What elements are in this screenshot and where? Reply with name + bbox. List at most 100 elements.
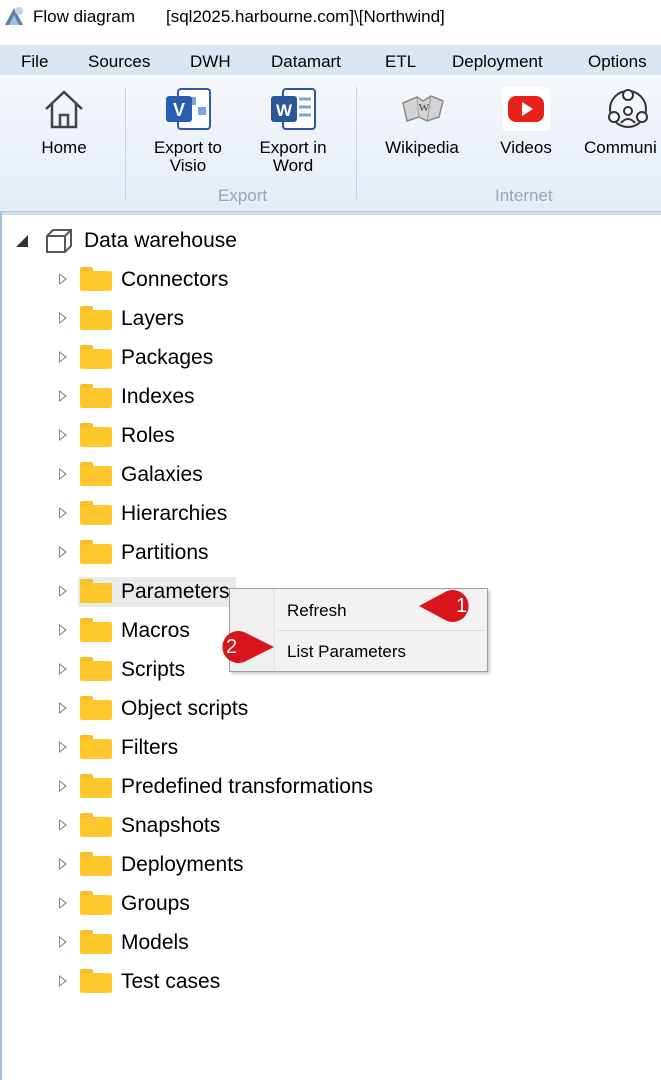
collapsed-arrow-icon[interactable] <box>59 780 67 792</box>
menu-deployment[interactable]: Deployment <box>452 52 543 72</box>
tree-item-object-scripts[interactable]: Object scripts <box>50 694 650 724</box>
tree-item-predefined-transformations[interactable]: Predefined transformations <box>50 772 650 802</box>
collapsed-arrow-icon[interactable] <box>59 702 67 714</box>
app-logo-icon <box>5 7 23 25</box>
callout-1-number: 1 <box>456 595 468 617</box>
callout-2-number: 2 <box>226 636 238 658</box>
menu-datamart[interactable]: Datamart <box>271 52 341 72</box>
collapsed-arrow-icon[interactable] <box>59 312 67 324</box>
collapsed-arrow-icon[interactable] <box>59 507 67 519</box>
tree-item-label: Filters <box>121 736 179 759</box>
menu-dwh[interactable]: DWH <box>190 52 231 72</box>
tree-item-layers[interactable]: Layers <box>50 304 650 334</box>
tree-root-data-warehouse[interactable]: Data warehouse <box>0 226 661 256</box>
collapsed-arrow-icon[interactable] <box>59 585 67 597</box>
collapsed-arrow-icon[interactable] <box>59 858 67 870</box>
menu-etl[interactable]: ETL <box>385 52 416 72</box>
export-visio-label-1: Export to <box>153 138 223 157</box>
callout-1-shape <box>419 590 469 622</box>
tree-item-deployments[interactable]: Deployments <box>50 850 650 880</box>
tree-item-packages[interactable]: Packages <box>50 343 650 373</box>
collapsed-arrow-icon[interactable] <box>59 351 67 363</box>
context-refresh-item[interactable]: Refresh <box>287 601 347 621</box>
home-button[interactable]: Home <box>30 87 98 157</box>
folder-icon <box>80 501 112 525</box>
svg-text:V: V <box>173 100 185 120</box>
wikipedia-button[interactable]: W Wikipedia <box>378 87 466 157</box>
tree-item-label: Partitions <box>121 541 209 564</box>
folder-icon <box>80 618 112 642</box>
wikipedia-puzzle-icon: W <box>402 95 444 122</box>
export-in-word-button[interactable]: W Export in Word <box>250 87 336 175</box>
tree-item-label: Roles <box>121 424 175 447</box>
videos-button[interactable]: Videos <box>490 87 562 157</box>
tree-item-snapshots[interactable]: Snapshots <box>50 811 650 841</box>
collapsed-arrow-icon[interactable] <box>59 429 67 441</box>
collapsed-arrow-icon[interactable] <box>59 273 67 285</box>
menu-file[interactable]: File <box>21 52 48 72</box>
tree-item-label: Groups <box>121 892 190 915</box>
collapsed-arrow-icon[interactable] <box>59 819 67 831</box>
folder-icon <box>80 813 112 837</box>
folder-icon <box>80 696 112 720</box>
context-list-parameters-item[interactable]: List Parameters <box>287 642 406 662</box>
svg-text:W: W <box>419 102 430 114</box>
collapsed-arrow-icon[interactable] <box>59 741 67 753</box>
tree-item-label: Object scripts <box>121 697 249 720</box>
callout-1: 1 <box>419 589 483 623</box>
tree-item-galaxies[interactable]: Galaxies <box>50 460 650 490</box>
ribbon: Home V Export to Visio W Export in Word … <box>0 75 661 212</box>
tree-item-connectors[interactable]: Connectors <box>50 265 650 295</box>
community-icon <box>608 89 648 128</box>
community-label: Communi <box>584 138 657 157</box>
export-word-label-2: Word <box>272 156 314 175</box>
tree-item-partitions[interactable]: Partitions <box>50 538 650 568</box>
collapsed-arrow-icon[interactable] <box>59 468 67 480</box>
tree-item-test-cases[interactable]: Test cases <box>50 967 650 997</box>
folder-icon <box>80 852 112 876</box>
title-bar: Flow diagram [sql2025.harbourne.com]\[No… <box>0 0 661 36</box>
tree-item-label: Models <box>121 931 189 954</box>
menu-options[interactable]: Options <box>588 52 647 72</box>
tree-root-label: Data warehouse <box>84 229 237 252</box>
collapsed-arrow-icon[interactable] <box>59 936 67 948</box>
folder-icon <box>80 969 112 993</box>
svg-text:W: W <box>276 101 293 120</box>
tree-item-label: Deployments <box>121 853 244 876</box>
visio-icon: V <box>166 88 211 130</box>
folder-icon <box>80 423 112 447</box>
collapsed-arrow-icon[interactable] <box>59 897 67 909</box>
ribbon-separator <box>356 87 357 199</box>
tree-item-label: Layers <box>121 307 185 330</box>
tree-item-groups[interactable]: Groups <box>50 889 650 919</box>
collapsed-arrow-icon[interactable] <box>59 975 67 987</box>
export-word-label-1: Export in <box>259 138 327 157</box>
collapsed-arrow-icon[interactable] <box>59 663 67 675</box>
tree-item-label: Hierarchies <box>121 502 228 525</box>
ribbon-separator <box>125 87 126 199</box>
tree-item-indexes[interactable]: Indexes <box>50 382 650 412</box>
menu-bar: File Sources DWH Datamart ETL Deployment… <box>0 45 661 75</box>
tree-item-label: Parameters <box>121 580 230 603</box>
collapsed-arrow-icon[interactable] <box>59 546 67 558</box>
youtube-icon <box>502 87 550 131</box>
videos-label: Videos <box>500 138 552 157</box>
collapsed-arrow-icon[interactable] <box>59 624 67 636</box>
tree-item-label: Macros <box>121 619 190 642</box>
tree-item-label: Connectors <box>121 268 229 291</box>
tree-item-label: Snapshots <box>121 814 221 837</box>
folder-icon <box>80 657 112 681</box>
menu-sources[interactable]: Sources <box>88 52 150 72</box>
tree-item-hierarchies[interactable]: Hierarchies <box>50 499 650 529</box>
tree-item-roles[interactable]: Roles <box>50 421 650 451</box>
callout-2: 2 <box>208 630 274 664</box>
tree-item-label: Packages <box>121 346 214 369</box>
tree-item-label: Scripts <box>121 658 186 681</box>
community-button[interactable]: Communi <box>584 87 661 157</box>
folder-icon <box>80 267 112 291</box>
export-visio-label-2: Visio <box>169 156 207 175</box>
collapsed-arrow-icon[interactable] <box>59 390 67 402</box>
export-to-visio-button[interactable]: V Export to Visio <box>145 87 231 175</box>
tree-item-filters[interactable]: Filters <box>50 733 650 763</box>
tree-item-models[interactable]: Models <box>50 928 650 958</box>
